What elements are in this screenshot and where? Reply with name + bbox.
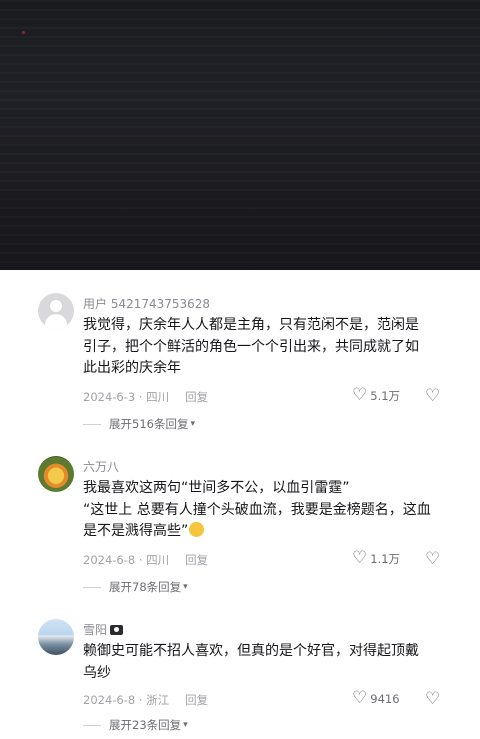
like-count: 5.1万	[370, 388, 401, 403]
expand-replies-label: 展开23条回复	[109, 718, 182, 732]
comment-text-line: 乌纱	[83, 664, 111, 681]
dislike-heart-icon[interactable]: ♡	[425, 551, 440, 568]
comment-text-line: 我最喜欢这两句“世间多不公，以血引雷霆”	[83, 480, 350, 496]
dislike-heart-icon[interactable]: ♡	[425, 691, 440, 708]
reply-button[interactable]: 回复	[185, 390, 208, 404]
avatar[interactable]	[38, 456, 74, 492]
heart-icon: ♡	[352, 548, 368, 568]
comment-username[interactable]: 雪阳	[83, 621, 124, 638]
divider-line	[83, 423, 101, 425]
heart-icon: ♡	[352, 385, 368, 405]
comment-text[interactable]: 赖御史可能不招人喜欢，但真的是个好官，对得起顶戴 乌纱	[83, 641, 443, 684]
expand-replies-button[interactable]: 展开78条回复 ▾	[83, 579, 188, 595]
expand-replies-button[interactable]: 展开516条回复 ▾	[83, 416, 195, 432]
reply-button[interactable]: 回复	[185, 553, 208, 567]
camera-icon	[110, 625, 124, 635]
comment-meta: 2024-6-3 · 四川 回复	[83, 389, 208, 405]
comment-text-line: 赖御史可能不招人喜欢，但真的是个好官，对得起顶戴	[83, 643, 419, 659]
video-frame-detail	[22, 31, 25, 34]
comment-username[interactable]: 六万八	[83, 458, 119, 475]
avatar[interactable]	[38, 619, 74, 655]
comment-date-location: 2024-6-8 · 浙江	[83, 693, 170, 707]
like-button[interactable]: ♡ 5.1万	[352, 387, 400, 404]
reply-button[interactable]: 回复	[185, 693, 208, 707]
expand-replies-button[interactable]: 展开23条回复 ▾	[83, 717, 188, 733]
comment-username[interactable]: 用户 5421743753628	[83, 295, 210, 312]
heart-icon: ♡	[352, 688, 368, 708]
comment-text[interactable]: 我觉得，庆余年人人都是主角，只有范闲不是，范闲是 引子，把个个鲜活的角色一个个引…	[83, 315, 443, 380]
divider-line	[83, 586, 101, 588]
chevron-down-icon: ▾	[183, 720, 188, 730]
comment-date-location: 2024-6-8 · 四川	[83, 553, 170, 567]
chevron-down-icon: ▾	[190, 419, 195, 429]
comment-text-line: “这世上 总要有人撞个头破血流，我要是金榜题名，这血	[83, 501, 431, 518]
avatar[interactable]	[38, 293, 74, 329]
like-button[interactable]: ♡ 9416	[352, 690, 400, 707]
emoji-icon	[189, 522, 205, 537]
comment-date-location: 2024-6-3 · 四川	[83, 390, 170, 404]
expand-replies-label: 展开516条回复	[109, 417, 189, 431]
comment-text-line: 我觉得，庆余年人人都是主角，只有范闲不是，范闲是	[83, 317, 419, 333]
divider-line	[83, 724, 101, 726]
like-count: 9416	[370, 691, 400, 706]
expand-replies-label: 展开78条回复	[109, 580, 182, 594]
comment-text-line: 此出彩的庆余年	[83, 360, 181, 376]
like-button[interactable]: ♡ 1.1万	[352, 550, 400, 567]
comment-text-line: 引子，把个个鲜活的角色一个个引出来，共同成就了如	[83, 338, 419, 355]
comment-username-text: 雪阳	[83, 623, 108, 637]
dislike-heart-icon[interactable]: ♡	[425, 388, 440, 405]
comment-meta: 2024-6-8 · 四川 回复	[83, 552, 208, 568]
like-count: 1.1万	[370, 551, 401, 566]
comment-text-line: 是不是溅得高些”	[83, 523, 189, 539]
comment-meta: 2024-6-8 · 浙江 回复	[83, 692, 208, 708]
comment-text[interactable]: 我最喜欢这两句“世间多不公，以血引雷霆” “这世上 总要有人撞个头破血流，我要是…	[83, 478, 443, 543]
chevron-down-icon: ▾	[183, 582, 188, 592]
video-player[interactable]	[0, 0, 480, 270]
